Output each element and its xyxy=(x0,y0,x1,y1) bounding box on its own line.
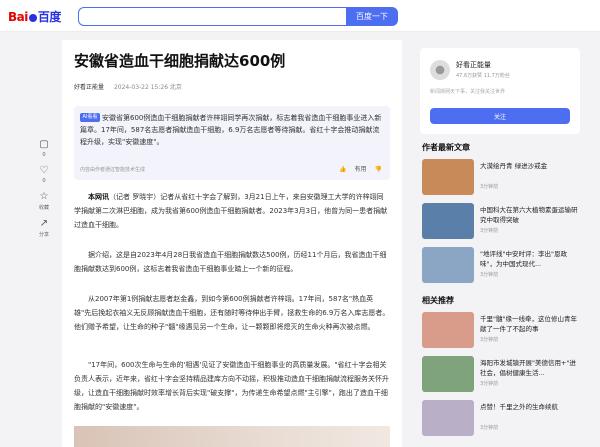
paragraph-lead: 本网讯 xyxy=(88,193,109,201)
news-time: 3分钟前 xyxy=(480,272,499,278)
search-button[interactable]: 百度一下 xyxy=(346,7,398,26)
paw-icon xyxy=(28,13,37,22)
article-title: 安徽省造血干细胞捐献达600例 xyxy=(74,52,286,70)
ai-footer-note: 内容由作者通过智能技术生成 xyxy=(80,167,146,173)
comment-count: 0 xyxy=(42,152,46,158)
article-body: 安徽省造血干细胞捐献达600例 好看正能量 2024-03-22 15:26 北… xyxy=(62,40,402,447)
ai-summary-box: AI看看 安徽省第600例造血干细胞捐献者许梓翊同学再次捐献，标志着我省造血干细… xyxy=(74,106,390,180)
news-thumbnail xyxy=(422,203,474,239)
list-item[interactable]: 点赞！千里之外的生命续航 3分钟前 xyxy=(420,400,580,440)
favorite-action[interactable]: ☆ 收藏 xyxy=(30,191,58,212)
article-image xyxy=(74,426,390,447)
comment-icon: ▢ xyxy=(39,139,49,150)
list-item[interactable]: "地评线"中安时评：李出"恩政味"，为中国式现代... 3分钟前 xyxy=(420,247,580,287)
paragraph-text: 从2007年第1例捐献志愿者赵金鑫，到如今第600例捐献者许梓翊。17年间，58… xyxy=(74,295,390,331)
news-title[interactable]: "地评线"中安时评：李出"恩政味"，为中国式现代... xyxy=(480,249,580,269)
list-item[interactable]: 中国科大在第六大植物素蛋运输研究中取得突破 3分钟前 xyxy=(420,203,580,243)
list-item[interactable]: 大漠绘丹青 绿进沙戒金 3分钟前 xyxy=(420,159,580,199)
logo-text-du: 百度 xyxy=(37,10,62,24)
news-thumbnail xyxy=(422,312,474,348)
article-meta: 好看正能量 2024-03-22 15:26 北京 xyxy=(74,82,182,91)
news-thumbnail xyxy=(422,356,474,392)
author-card: 好看正能量 47.6万获赞 11.7万粉丝 新闻撷网天下事，关注我关注世界 关注 xyxy=(420,48,580,134)
logo-text-bai: Bai xyxy=(8,10,28,24)
article-paragraph: 据介绍，这是自2023年4月28日我省造血干细胞捐献数达500例，历经11个月后… xyxy=(74,248,390,276)
like-action[interactable]: ♡ 0 xyxy=(30,165,58,185)
news-thumbnail xyxy=(422,159,474,195)
useful-button[interactable]: 有用 xyxy=(355,166,367,173)
list-item[interactable]: 千里"髓"缘一线牵，这位修山青年献了一件了不起的事 3分钟前 xyxy=(420,312,580,352)
paragraph-text: 据介绍，这是自2023年4月28日我省造血干细胞捐献数达500例，历经11个月后… xyxy=(74,251,387,273)
paragraph-text: （记者 罗晓宇）记者从省红十字会了解到，3月21日上午，来自安徽理工大学的许梓翊… xyxy=(74,193,388,229)
author-description: 新闻撷网天下事，关注我关注世界 xyxy=(430,89,506,95)
news-time: 3分钟前 xyxy=(480,381,499,387)
share-icon: ↗ xyxy=(39,218,49,229)
related-title: 相关推荐 xyxy=(422,296,454,305)
baidu-logo[interactable]: Bai 百度 xyxy=(8,8,61,25)
paragraph-text: "17年间，600次生命与生命的'相遇'见证了安徽造血干细胞事业的高质量发展。"… xyxy=(74,361,389,411)
article-author[interactable]: 好看正能量 xyxy=(74,84,104,91)
top-bar: Bai 百度 百度一下 xyxy=(0,0,600,32)
article-paragraph: 本网讯（记者 罗晓宇）记者从省红十字会了解到，3月21日上午，来自安徽理工大学的… xyxy=(74,190,390,232)
ai-summary-text: 安徽省第600例造血干细胞捐献者许梓翊同学再次捐献，标志着我省造血干细胞事业进入… xyxy=(80,114,382,146)
like-icon: ♡ xyxy=(39,165,49,176)
article-datetime: 2024-03-22 15:26 北京 xyxy=(113,84,182,91)
favorite-label: 收藏 xyxy=(38,205,49,211)
news-title[interactable]: 海阳市发城镇开展"美德信用+"进社会，倡树健康生活... xyxy=(480,358,580,378)
author-news-title: 作者最新文章 xyxy=(422,143,470,152)
article-paragraph: 从2007年第1例捐献志愿者赵金鑫，到如今第600例捐献者许梓翊。17年间，58… xyxy=(74,292,390,334)
star-icon: ☆ xyxy=(39,191,49,202)
ai-feedback: 👍 有用 👎 xyxy=(331,164,382,173)
news-title[interactable]: 千里"髓"缘一线牵，这位修山青年献了一件了不起的事 xyxy=(480,314,580,334)
like-count: 0 xyxy=(42,178,46,184)
thumb-down-icon[interactable]: 👎 xyxy=(375,166,382,173)
news-time: 3分钟前 xyxy=(480,337,499,343)
follow-button[interactable]: 关注 xyxy=(430,108,570,124)
news-thumbnail xyxy=(422,400,474,436)
article-paragraph: "17年间，600次生命与生命的'相遇'见证了安徽造血干细胞事业的高质量发展。"… xyxy=(74,358,390,414)
news-time: 3分钟前 xyxy=(480,184,499,190)
comment-action[interactable]: ▢ 0 xyxy=(30,139,58,159)
search-input[interactable] xyxy=(78,7,346,26)
floating-action-bar: ▢ 0 ♡ 0 ☆ 收藏 ↗ 分享 xyxy=(30,140,58,246)
list-item[interactable]: 海阳市发城镇开展"美德信用+"进社会，倡树健康生活... 3分钟前 xyxy=(420,356,580,396)
author-name[interactable]: 好看正能量 xyxy=(456,60,491,70)
share-label: 分享 xyxy=(38,232,49,238)
share-action[interactable]: ↗ 分享 xyxy=(30,218,58,239)
right-sidebar: 好看正能量 47.6万获赞 11.7万粉丝 新闻撷网天下事，关注我关注世界 关注… xyxy=(420,48,580,444)
news-title[interactable]: 大漠绘丹青 绿进沙戒金 xyxy=(480,161,580,171)
news-thumbnail xyxy=(422,247,474,283)
news-title[interactable]: 点赞！千里之外的生命续航 xyxy=(480,402,580,412)
thumb-up-icon[interactable]: 👍 xyxy=(339,166,346,173)
news-time: 3分钟前 xyxy=(480,228,499,234)
news-title[interactable]: 中国科大在第六大植物素蛋运输研究中取得突破 xyxy=(480,205,580,225)
news-time: 3分钟前 xyxy=(480,425,499,431)
avatar[interactable] xyxy=(430,60,450,80)
author-stats: 47.6万获赞 11.7万粉丝 xyxy=(456,73,510,79)
